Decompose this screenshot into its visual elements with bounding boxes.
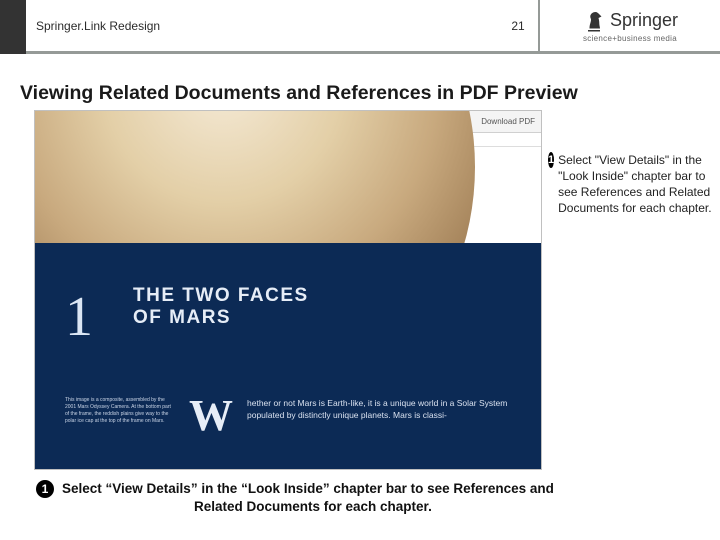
header-accent-stripe xyxy=(0,0,26,54)
springer-logo: Springer science+business media xyxy=(540,0,720,54)
bottom-line2: Related Documents for each chapter. xyxy=(62,498,554,516)
number-badge-icon: 1 xyxy=(36,480,54,498)
bottom-callout: 1 Select “View Details” in the “Look Ins… xyxy=(36,480,696,516)
bottom-line1: Select “View Details” in the “Look Insid… xyxy=(62,481,554,496)
logo-text: Springer xyxy=(610,10,678,31)
chapter-title-line2: OF MARS xyxy=(133,307,231,328)
callout-1-right: 1 Select "View Details" in the "Look Ins… xyxy=(548,152,713,216)
slide-header: Springer.Link Redesign 21 Springer scien… xyxy=(0,0,720,54)
chess-knight-icon xyxy=(582,9,606,33)
chapter-title: THE TWO FACES OF MARS xyxy=(133,285,309,329)
download-pdf-button[interactable]: Download PDF xyxy=(481,117,535,126)
header-spacer xyxy=(266,0,498,54)
bottom-callout-text: Select “View Details” in the “Look Insid… xyxy=(62,480,554,516)
pdf-page-body: 1 THE TWO FACES OF MARS This image is a … xyxy=(35,147,541,469)
number-badge-icon: 1 xyxy=(548,152,554,168)
chapter-dark-panel xyxy=(35,243,541,469)
slide-number: 21 xyxy=(498,0,538,54)
page-title: Viewing Related Documents and References… xyxy=(20,82,578,105)
chapter-number: 1 xyxy=(65,285,93,349)
chapter-title-line1: THE TWO FACES xyxy=(133,285,309,306)
dropcap-letter: W xyxy=(189,397,233,435)
chapter-body-text: hether or not Mars is Earth-like, it is … xyxy=(247,397,521,435)
presentation-title: Springer.Link Redesign xyxy=(26,0,266,54)
pdf-preview: View Details Thumbnails Enter Fullscreen… xyxy=(34,110,542,470)
image-caption: This image is a composite, assembled by … xyxy=(65,397,175,435)
callout-text: Select "View Details" in the "Look Insid… xyxy=(558,152,713,216)
logo-tagline: science+business media xyxy=(583,34,677,43)
